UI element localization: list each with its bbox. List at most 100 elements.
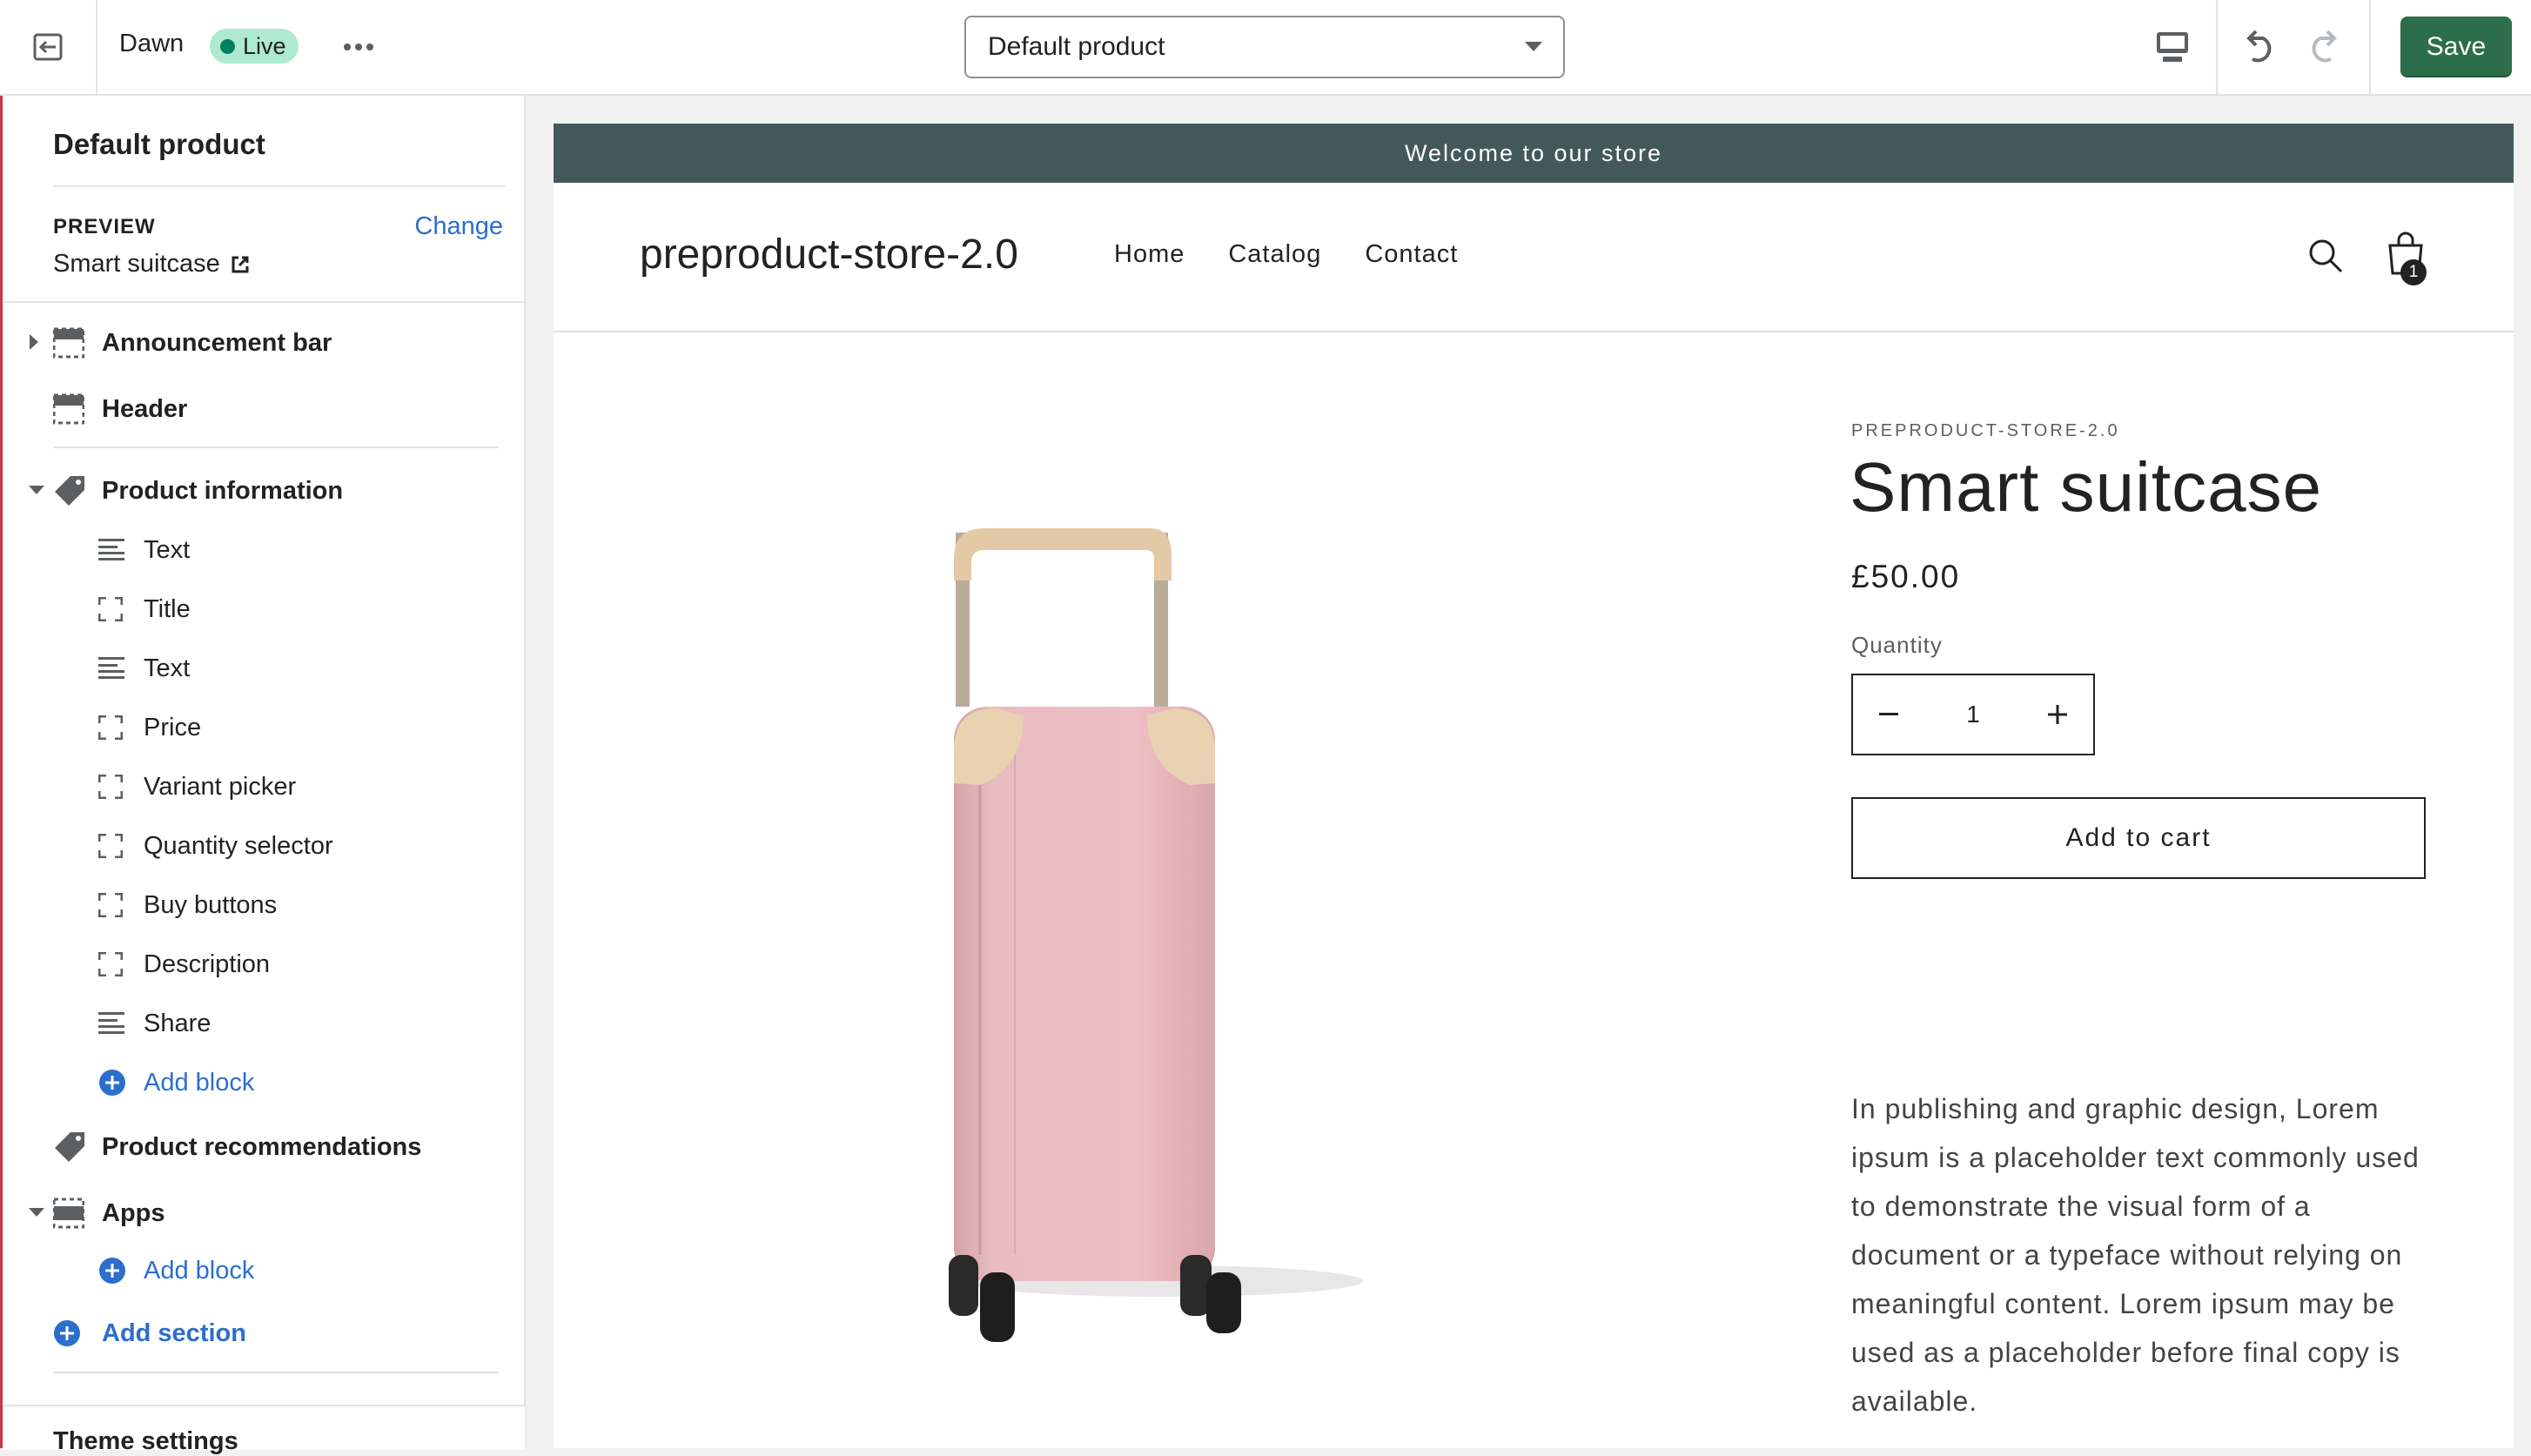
block-text[interactable]: Text	[3, 524, 525, 576]
add-to-cart-button[interactable]: Add to cart	[1851, 797, 2426, 879]
more-actions-button[interactable]	[338, 30, 379, 64]
product-image[interactable]	[919, 507, 1372, 1359]
chevron-down-icon	[29, 1208, 44, 1217]
text-icon	[98, 1012, 124, 1034]
main-nav: Home Catalog Contact	[1114, 240, 1458, 269]
quantity-stepper: 1	[1851, 674, 2095, 755]
save-button[interactable]: Save	[2400, 17, 2512, 77]
desktop-icon	[2157, 32, 2188, 62]
block-placeholder-icon	[98, 893, 123, 917]
section-product-information[interactable]: Product information	[3, 465, 525, 517]
exit-button[interactable]	[0, 0, 97, 94]
block-variant-picker[interactable]: Variant picker	[3, 761, 525, 813]
preview-label: PREVIEW	[53, 215, 156, 238]
sidebar-title: Default product	[53, 128, 265, 160]
block-label: Title	[144, 594, 191, 623]
add-block-label: Add block	[144, 1256, 255, 1285]
block-description[interactable]: Description	[3, 938, 525, 990]
editor-topbar: Dawn Live Default product Save	[0, 0, 2531, 96]
announcement-bar-icon	[53, 327, 84, 359]
redo-icon	[2312, 30, 2337, 63]
plus-circle-icon	[99, 1070, 125, 1096]
product-vendor: PREPRODUCT-STORE-2.0	[1851, 421, 2120, 440]
block-label: Description	[144, 949, 271, 978]
block-label: Share	[144, 1009, 211, 1037]
header-icon	[53, 393, 84, 425]
section-product-recommendations[interactable]: Product recommendations	[3, 1121, 525, 1173]
text-icon	[98, 539, 124, 560]
topbar-divider	[2369, 0, 2371, 94]
chevron-right-icon	[30, 334, 38, 350]
product-description: In publishing and graphic design, Lorem …	[1851, 1093, 2420, 1417]
template-select-value: Default product	[988, 32, 1165, 61]
desktop-view-button[interactable]	[2150, 24, 2195, 70]
block-label: Text	[144, 654, 191, 682]
preview-product-name: Smart suitcase	[53, 250, 220, 278]
block-label: Text	[144, 535, 191, 564]
block-label: Variant picker	[144, 772, 297, 801]
product-title: Smart suitcase	[1850, 448, 2323, 526]
storefront-preview: Welcome to our store preproduct-store-2.…	[554, 124, 2514, 1448]
preview-product[interactable]: Smart suitcase	[53, 250, 250, 278]
theme-name: Dawn	[119, 30, 185, 57]
redo-button[interactable]	[2305, 26, 2345, 66]
block-label: Buy buttons	[144, 890, 278, 919]
section-apps[interactable]: Apps	[3, 1187, 525, 1239]
add-section-label: Add section	[102, 1318, 246, 1347]
block-price[interactable]: Price	[3, 701, 525, 754]
apps-icon	[53, 1198, 84, 1229]
topbar-divider	[2216, 0, 2218, 94]
section-label: Apps	[102, 1198, 165, 1227]
store-logo-text[interactable]: preproduct-store-2.0	[640, 231, 1018, 278]
undo-button[interactable]	[2239, 26, 2279, 66]
theme-settings-link[interactable]: Theme settings	[53, 1427, 238, 1456]
chevron-down-icon	[1525, 42, 1542, 51]
add-section-button[interactable]: Add section	[3, 1307, 525, 1359]
section-label: Announcement bar	[102, 328, 332, 357]
template-select[interactable]: Default product	[964, 16, 1565, 78]
announcement-bar: Welcome to our store	[554, 124, 2514, 183]
external-link-icon	[232, 256, 249, 272]
block-buy-buttons[interactable]: Buy buttons	[3, 879, 525, 931]
section-label: Product information	[102, 476, 344, 505]
block-title[interactable]: Title	[3, 583, 525, 635]
section-label: Header	[102, 394, 188, 423]
live-badge-label: Live	[243, 32, 286, 59]
live-badge: Live	[210, 29, 299, 64]
nav-home[interactable]: Home	[1114, 240, 1185, 269]
divider	[53, 1372, 499, 1373]
plus-icon[interactable]	[2047, 705, 2067, 724]
divider	[53, 446, 499, 448]
add-block-button[interactable]: Add block	[3, 1245, 525, 1297]
block-text[interactable]: Text	[3, 642, 525, 694]
block-quantity-selector[interactable]: Quantity selector	[3, 820, 525, 872]
site-header: preproduct-store-2.0 Home Catalog Contac…	[554, 183, 2514, 332]
block-placeholder-icon	[98, 597, 123, 621]
section-announcement-bar[interactable]: Announcement bar	[3, 317, 525, 369]
text-icon	[98, 657, 124, 679]
nav-catalog[interactable]: Catalog	[1228, 240, 1321, 269]
block-placeholder-icon	[98, 715, 123, 740]
sections-sidebar: Default product PREVIEW Change Smart sui…	[0, 96, 526, 1455]
quantity-value[interactable]: 1	[1966, 701, 1980, 728]
section-header[interactable]: Header	[3, 383, 525, 435]
add-block-button[interactable]: Add block	[3, 1057, 525, 1109]
change-preview-link[interactable]: Change	[414, 212, 503, 241]
divider	[53, 185, 506, 187]
search-icon[interactable]	[2308, 238, 2343, 273]
block-placeholder-icon	[98, 775, 123, 799]
block-label: Price	[144, 713, 202, 741]
plus-circle-icon	[99, 1258, 125, 1284]
block-placeholder-icon	[98, 834, 123, 858]
cart-count-badge: 1	[2400, 259, 2427, 285]
more-icon	[344, 44, 373, 50]
tag-icon	[55, 476, 84, 506]
undo-icon	[2246, 30, 2272, 63]
divider	[3, 301, 525, 303]
block-share[interactable]: Share	[3, 997, 525, 1050]
plus-circle-icon	[54, 1320, 80, 1346]
product-price: £50.00	[1851, 559, 1961, 594]
minus-icon[interactable]	[1879, 713, 1898, 716]
exit-icon	[33, 33, 63, 61]
nav-contact[interactable]: Contact	[1365, 240, 1458, 269]
